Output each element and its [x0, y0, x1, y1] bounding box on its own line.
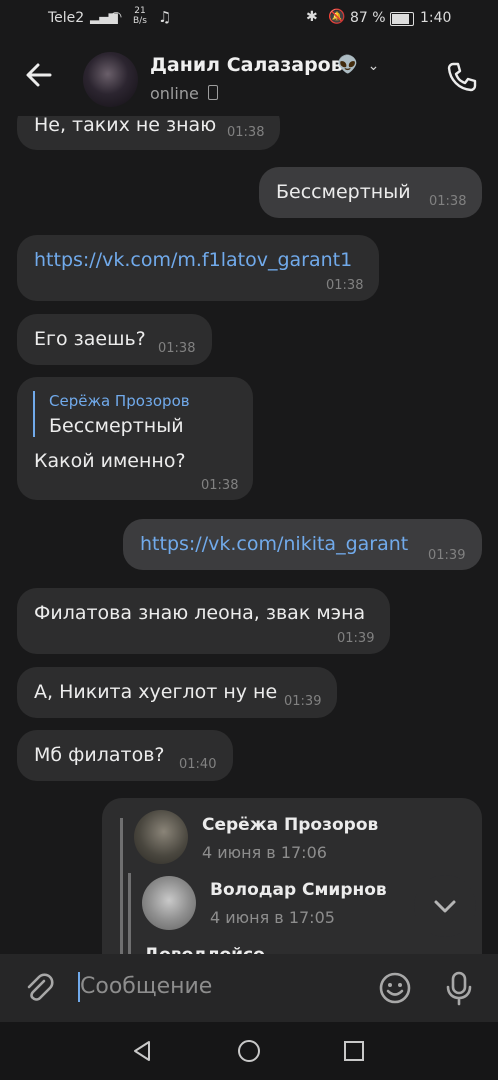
- forward-avatar: [142, 876, 196, 930]
- message-time: 01:38: [326, 278, 364, 293]
- forward-author[interactable]: Серёжа Прозоров: [202, 815, 378, 835]
- message-text: Какой именно?: [34, 450, 186, 472]
- message-input[interactable]: Сообщение: [80, 974, 212, 999]
- message-time: 01:38: [227, 125, 265, 140]
- mobile-device-icon: [207, 85, 218, 100]
- reply-author[interactable]: Серёжа Прозоров: [49, 392, 190, 410]
- message-time: 01:39: [337, 631, 375, 646]
- message-link[interactable]: https://vk.com/m.f1latov_garant1: [34, 249, 352, 271]
- message-time: 01:40: [179, 757, 217, 772]
- message-text: А, Никита хуеглот ну не: [34, 681, 278, 703]
- chat-header: Данил Салазаров 👽 ⌄ online: [0, 38, 498, 116]
- presence-status: online: [150, 84, 218, 103]
- scroll-down-button[interactable]: [414, 875, 476, 937]
- message-text: Бессмертный: [276, 181, 411, 203]
- message-list[interactable]: Не, таких не знаю 01:38 Бессмертный 01:3…: [0, 116, 498, 954]
- forward-author[interactable]: Володар Смирнов: [210, 880, 387, 900]
- message-time: 01:38: [201, 478, 239, 493]
- nav-recents-icon[interactable]: [342, 1039, 366, 1063]
- wifi-icon: ◠: [110, 9, 123, 25]
- chevron-down-icon: [434, 900, 456, 913]
- message-link[interactable]: https://vk.com/nikita_garant: [140, 533, 408, 555]
- presence-label: online: [150, 84, 199, 103]
- reply-text: Бессмертный: [49, 415, 184, 437]
- carrier-label: Tele2: [48, 10, 85, 26]
- message-text: Его заешь?: [34, 328, 146, 350]
- net-speed: 21 B/s: [133, 6, 147, 26]
- avatar[interactable]: [83, 52, 138, 107]
- message-composer: Сообщение: [0, 954, 498, 1022]
- message-outgoing[interactable]: Бессмертный 01:38: [259, 167, 482, 218]
- forward-bar: [120, 818, 123, 954]
- message-incoming[interactable]: Мб филатов? 01:40: [17, 730, 233, 781]
- forward-date: 4 июня в 17:05: [210, 908, 335, 927]
- message-text: Не, таких не знаю: [34, 116, 217, 136]
- reply-bar: [33, 391, 35, 437]
- battery-percent: 87 %: [350, 10, 386, 26]
- music-icon: ♫: [158, 8, 172, 26]
- emoji-icon[interactable]: [378, 971, 412, 1005]
- contact-name[interactable]: Данил Салазаров: [150, 54, 343, 76]
- bluetooth-icon: ✱: [306, 9, 318, 25]
- message-time: 01:38: [158, 341, 196, 356]
- message-incoming[interactable]: А, Никита хуеглот ну не 01:39: [17, 667, 337, 718]
- battery-icon: [390, 12, 414, 26]
- message-incoming[interactable]: Его заешь? 01:38: [17, 314, 212, 365]
- message-time: 01:38: [429, 194, 467, 209]
- chevron-down-icon: ⌄: [367, 58, 380, 74]
- system-nav-bar: [0, 1022, 498, 1080]
- forward-date: 4 июня в 17:06: [202, 843, 327, 862]
- forward-avatar: [134, 810, 188, 864]
- mute-icon: 🔕: [328, 9, 346, 25]
- message-text: Филатова знаю леона, звак мэна: [34, 602, 366, 624]
- message-text: Мб филатов?: [34, 744, 165, 766]
- forward-partial-text: Доводлойсо: [144, 945, 265, 954]
- status-bar: Tele2 ▂▄▆ ◠ 21 B/s ♫ ✱ 🔕 87 % 1:40: [0, 0, 498, 38]
- forward-bar-nested: [128, 873, 131, 954]
- back-arrow-icon[interactable]: [22, 58, 56, 92]
- name-icons[interactable]: 👽 ⌄: [337, 55, 379, 75]
- microphone-icon[interactable]: [443, 970, 475, 1006]
- alien-emoji-icon: 👽: [337, 55, 359, 75]
- message-time: 01:39: [428, 548, 466, 563]
- message-incoming[interactable]: Не, таких не знаю 01:38: [17, 116, 280, 150]
- nav-back-icon[interactable]: [130, 1039, 154, 1063]
- phone-call-icon[interactable]: [445, 60, 479, 94]
- status-time: 1:40: [420, 10, 452, 26]
- attach-icon[interactable]: [22, 971, 56, 1005]
- message-incoming-reply[interactable]: Серёжа Прозоров Бессмертный Какой именно…: [17, 377, 253, 500]
- message-incoming[interactable]: https://vk.com/m.f1latov_garant1 01:38: [17, 235, 379, 301]
- message-outgoing[interactable]: https://vk.com/nikita_garant 01:39: [123, 519, 482, 570]
- message-time: 01:39: [284, 694, 322, 709]
- net-speed-unit: B/s: [133, 16, 147, 26]
- net-speed-value: 21: [134, 6, 146, 16]
- nav-home-icon[interactable]: [237, 1039, 261, 1063]
- message-incoming[interactable]: Филатова знаю леона, звак мэна 01:39: [17, 588, 390, 654]
